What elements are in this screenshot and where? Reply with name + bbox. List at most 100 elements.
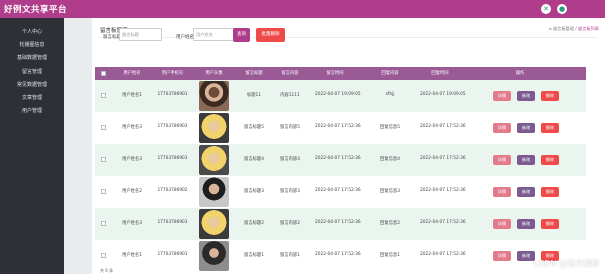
col-phone: 用户手机号 — [161, 71, 184, 76]
row-checkbox[interactable] — [101, 221, 106, 226]
col-actions: 操作 — [515, 71, 525, 76]
cell-message-title: 留言标题5 — [244, 125, 264, 130]
cell-reply-time: 2022-04-07 17:52:36 — [420, 188, 466, 193]
sidebar-item-common-data[interactable]: 常见数据管理 — [0, 81, 64, 88]
col-reply: 回复内容 — [381, 71, 399, 76]
table-row: 用户姓名1 17703786901 留言标题1 留言内容1 2022-04-07 17:… — [95, 240, 586, 272]
cell-message-content: 内容1111 — [280, 93, 300, 98]
sidebar-item-messages[interactable]: 留言管理 — [0, 68, 64, 75]
delete-button[interactable]: 删除 — [541, 155, 559, 165]
cell-user-name: 用户姓名1 — [122, 253, 142, 258]
divider — [98, 37, 598, 38]
cell-reply-content: 回复信息4 — [380, 157, 400, 162]
collapse-icon[interactable]: ✕ — [541, 4, 551, 14]
edit-button[interactable]: 修改 — [517, 187, 535, 197]
table-row: 用户姓名3 17703786903 留言标题4 留言内容4 2022-04-07 17:… — [95, 144, 586, 176]
table-row: 用户姓名3 17703786903 留言标题5 留言内容5 2022-04-07 17:… — [95, 112, 586, 144]
cell-message-time: 2022-04-07 17:52:36 — [315, 124, 361, 129]
name-filter-label: 用户姓名 — [176, 35, 194, 40]
edit-button[interactable]: 修改 — [517, 155, 535, 165]
cell-user-phone: 17703786903 — [157, 220, 188, 225]
title-filter-input[interactable]: 留言标题 — [119, 28, 162, 41]
cell-message-title: 留言标题4 — [244, 157, 264, 162]
col-avatar: 用户头像 — [205, 71, 223, 76]
cell-user-phone: 17703786903 — [157, 124, 188, 129]
delete-button[interactable]: 删除 — [541, 91, 559, 101]
cell-reply-content: 回复信息2 — [380, 221, 400, 226]
cell-user-phone: 17703786901 — [157, 92, 188, 97]
cell-user-phone: 17703786903 — [157, 156, 188, 161]
row-checkbox[interactable] — [101, 189, 106, 194]
home-icon[interactable]: ⌂ — [549, 26, 552, 31]
cell-message-title: 留言标题2 — [244, 221, 264, 226]
user-avatar — [199, 209, 229, 239]
select-all-checkbox[interactable] — [101, 71, 106, 76]
batch-delete-button[interactable]: 批量删除 — [256, 28, 285, 42]
cell-reply-time: 2022-04-07 17:52:36 — [420, 156, 466, 161]
sidebar-item-carousel[interactable]: 轮播图信息 — [0, 41, 64, 48]
cell-user-name: 用户姓名3 — [122, 221, 142, 226]
top-bar: 好例文共享平台 ✕ ● — [0, 0, 605, 18]
cell-message-time: 2022-04-07 17:52:36 — [315, 156, 361, 161]
cell-message-time: 2022-04-07 17:52:36 — [315, 188, 361, 193]
breadcrumb-level1[interactable]: 留言板管理 — [553, 26, 574, 31]
view-button[interactable]: 详情 — [493, 123, 511, 133]
breadcrumb-level2: 留言板列表 — [578, 26, 599, 31]
col-reply-time: 回复时间 — [431, 71, 449, 76]
delete-button[interactable]: 删除 — [541, 219, 559, 229]
sidebar: 个人中心 轮播图信息 基础数据管理 留言管理 常见数据管理 文章管理 用户管理 — [0, 18, 64, 274]
app-title: 好例文共享平台 — [4, 5, 68, 15]
cell-reply-time: 2022-04-07 17:52:36 — [420, 252, 466, 257]
search-button[interactable]: 查询 — [233, 28, 250, 42]
edit-button[interactable]: 修改 — [517, 251, 535, 261]
table-row: 用户姓名1 17703786901 标题11 内容1111 2022-04-07 19:… — [95, 80, 586, 112]
cell-user-name: 用户姓名1 — [122, 93, 142, 98]
cell-message-time: 2022-04-07 19:09:05 — [315, 92, 361, 97]
cell-message-title: 留言标题3 — [244, 189, 264, 194]
cell-reply-content: 回复信息5 — [380, 125, 400, 130]
cell-user-name: 用户姓名3 — [122, 157, 142, 162]
breadcrumb: ⌂ 留言板管理 / 留言板列表 — [549, 26, 599, 32]
cell-reply-content: sfhjj — [385, 92, 395, 97]
view-button[interactable]: 详情 — [493, 187, 511, 197]
sidebar-item-users[interactable]: 用户管理 — [0, 107, 64, 114]
row-checkbox[interactable] — [101, 125, 106, 130]
breadcrumb-sep: / — [575, 26, 577, 31]
cell-reply-content: 回复信息1 — [380, 253, 400, 258]
sidebar-item-basic-data[interactable]: 基础数据管理 — [0, 54, 64, 61]
cell-message-title: 留言标题1 — [244, 253, 264, 258]
user-avatar — [199, 177, 229, 207]
edit-button[interactable]: 修改 — [517, 219, 535, 229]
row-checkbox[interactable] — [101, 253, 106, 258]
cell-message-content: 留言内容5 — [280, 125, 300, 130]
col-content: 留言内容 — [281, 71, 299, 76]
cell-reply-time: 2022-04-07 17:52:36 — [420, 124, 466, 129]
table-row: 用户姓名2 17703786902 留言标题3 留言内容3 2022-04-07 17:… — [95, 176, 586, 208]
cell-user-name: 用户姓名2 — [122, 189, 142, 194]
view-button[interactable]: 详情 — [493, 219, 511, 229]
name-filter-input[interactable]: 用户姓名 — [193, 28, 236, 41]
user-avatar — [199, 145, 229, 175]
delete-button[interactable]: 删除 — [541, 123, 559, 133]
row-checkbox[interactable] — [101, 93, 106, 98]
cell-reply-time: 2022-04-07 19:09:05 — [420, 92, 466, 97]
cell-user-name: 用户姓名3 — [122, 125, 142, 130]
cell-message-title: 标题11 — [246, 93, 262, 98]
user-avatar — [199, 241, 229, 271]
user-avatar — [199, 81, 229, 111]
sidebar-item-profile[interactable]: 个人中心 — [0, 28, 64, 35]
view-button[interactable]: 详情 — [493, 91, 511, 101]
view-button[interactable]: 详情 — [493, 251, 511, 261]
cell-message-content: 留言内容1 — [280, 253, 300, 258]
user-avatar — [199, 113, 229, 143]
row-checkbox[interactable] — [101, 157, 106, 162]
user-icon[interactable]: ● — [557, 4, 567, 14]
view-button[interactable]: 详情 — [493, 155, 511, 165]
edit-button[interactable]: 修改 — [517, 91, 535, 101]
table-header: 用户姓名 用户手机号 用户头像 留言标题 留言内容 留言时间 回复内容 回复时间… — [95, 67, 586, 80]
pagination-total: 共 6 条 — [100, 268, 114, 273]
sidebar-item-articles[interactable]: 文章管理 — [0, 94, 64, 101]
delete-button[interactable]: 删除 — [541, 187, 559, 197]
cell-message-time: 2022-04-07 17:52:36 — [315, 252, 361, 257]
edit-button[interactable]: 修改 — [517, 123, 535, 133]
